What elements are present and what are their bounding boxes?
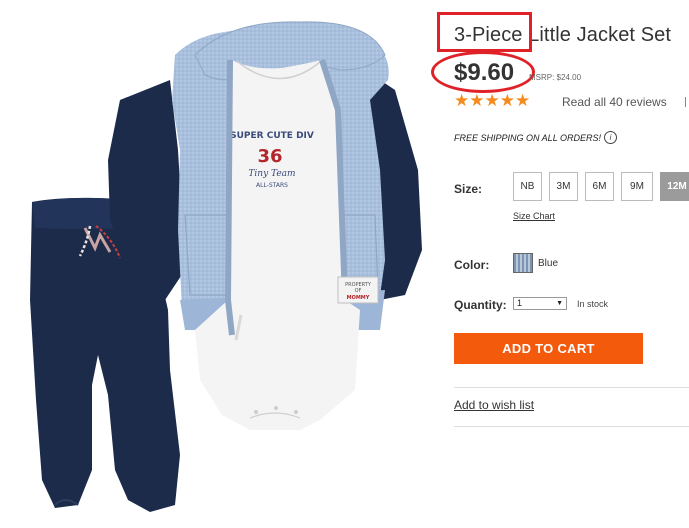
msrp-price: MSRP: $24.00 — [529, 73, 582, 82]
size-option-3m[interactable]: 3M — [549, 172, 578, 201]
free-shipping-text: FREE SHIPPING ON ALL ORDERS! — [454, 133, 602, 143]
star-icon: ★ — [484, 91, 500, 110]
size-options: NB 3M 6M 9M 12M — [513, 172, 689, 201]
onesie-graphic-subtext: ALL-STARS — [256, 182, 288, 189]
divider — [454, 426, 689, 427]
add-to-cart-button[interactable]: ADD TO CART — [454, 333, 643, 364]
divider — [454, 387, 689, 388]
product-image: SUPER CUTE DIV 36 Tiny Team ALL-STARS PR… — [0, 0, 440, 523]
read-reviews-link[interactable]: Read all 40 reviews — [562, 95, 667, 109]
product-details: 3-Piece Little Jacket Set $9.60 MSRP: $2… — [431, 0, 689, 523]
stock-status: In stock — [577, 299, 609, 309]
rating-stars[interactable]: ★ ★ ★ ★ ★ — [454, 92, 530, 109]
divider — [685, 97, 686, 107]
size-option-9m[interactable]: 9M — [621, 172, 653, 201]
quantity-select[interactable]: 1 ▼ — [513, 297, 567, 310]
color-swatch-blue[interactable] — [513, 253, 533, 273]
star-icon: ★ — [499, 91, 515, 110]
add-to-wishlist-link[interactable]: Add to wish list — [454, 398, 534, 412]
onesie-graphic-number: 36 — [257, 146, 282, 167]
tag-text: MOMMY — [347, 295, 370, 301]
title-highlight-box — [437, 12, 532, 52]
onesie-graphic-script: Tiny Team — [248, 169, 295, 179]
size-label: Size: — [454, 182, 483, 196]
star-icon: ★ — [469, 91, 485, 110]
info-icon[interactable]: i — [604, 131, 617, 144]
price-highlight-circle — [431, 51, 535, 93]
quantity-label: Quantity: — [454, 298, 507, 312]
size-chart-link[interactable]: Size Chart — [513, 211, 555, 221]
star-icon: ★ — [515, 91, 531, 110]
size-option-nb[interactable]: NB — [513, 172, 542, 201]
quantity-value: 1 — [517, 298, 523, 308]
chevron-down-icon: ▼ — [556, 300, 563, 307]
onesie-graphic-text: SUPER CUTE DIV — [230, 131, 314, 141]
size-option-12m[interactable]: 12M — [660, 172, 689, 201]
tag-text: OF — [355, 288, 362, 294]
size-option-6m[interactable]: 6M — [585, 172, 614, 201]
color-label: Color: — [454, 258, 490, 272]
star-icon: ★ — [454, 91, 470, 110]
color-value: Blue — [538, 258, 559, 269]
